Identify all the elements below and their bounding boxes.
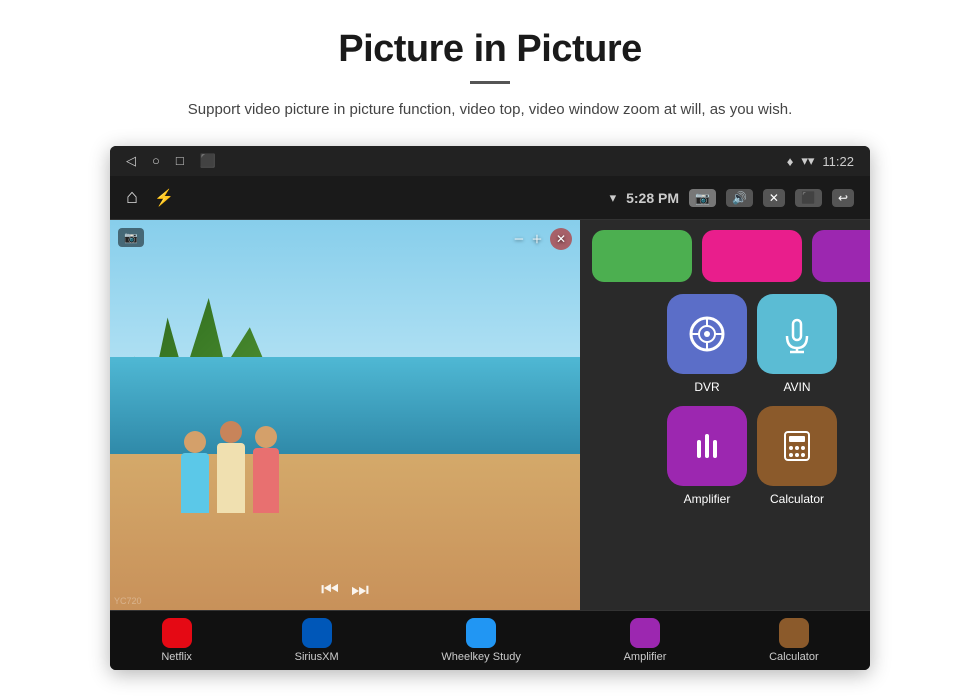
page-subtitle: Support video picture in picture functio… — [60, 98, 920, 122]
pip-top-label: 📷 — [118, 228, 144, 247]
bottom-wheelkey[interactable]: Wheelkey Study — [441, 618, 520, 663]
wheelkey-placeholder — [812, 230, 870, 282]
page-title: Picture in Picture — [60, 28, 920, 71]
people-scene — [181, 421, 279, 513]
avin-icon — [757, 294, 837, 374]
sirius-placeholder — [702, 230, 802, 282]
title-divider — [470, 81, 510, 84]
netflix-bottom-icon — [162, 618, 192, 648]
amplifier-label: Amplifier — [684, 492, 731, 506]
location-icon: ♦ — [787, 154, 794, 169]
bottom-amplifier[interactable]: Amplifier — [624, 618, 667, 663]
bottom-app-bar: Netflix SiriusXM Wheelkey Study Amplifie… — [110, 610, 870, 670]
netflix-bottom-label: Netflix — [161, 651, 192, 663]
page-header: Picture in Picture Support video picture… — [0, 0, 980, 138]
pip-playback-controls[interactable]: ⏮ ⏭ — [321, 579, 369, 602]
bottom-netflix[interactable]: Netflix — [161, 618, 192, 663]
dvr-label: DVR — [694, 380, 719, 394]
watermark: YC720 — [114, 596, 142, 606]
pip-button[interactable]: ⬛ — [795, 189, 822, 207]
pip-close-button[interactable]: ✕ — [550, 228, 572, 250]
video-scene — [110, 220, 580, 610]
dvr-app[interactable]: DVR — [667, 294, 747, 394]
sirius-bottom-icon — [302, 618, 332, 648]
usb-icon: ⚡ — [154, 188, 174, 208]
device-screen: ◁ ○ □ ⬛ ♦ ▾▾ 11:22 ⌂ ⚡ ▾ 5:28 PM 📷 🔊 ✕ ⬛… — [110, 146, 870, 670]
status-time: 11:22 — [822, 154, 854, 169]
home-icon[interactable]: ⌂ — [126, 186, 138, 209]
wifi-signal-icon: ▾ — [610, 190, 617, 206]
back-nav-button[interactable]: ↩ — [832, 189, 854, 207]
pip-video: 📷 − + ✕ ⏮ ⏭ YC720 — [110, 220, 580, 610]
nav-right-area: ▾ 5:28 PM 📷 🔊 ✕ ⬛ ↩ — [610, 189, 854, 207]
app-row-top: DVR AVIN — [592, 294, 870, 394]
wheelkey-bottom-icon — [466, 618, 496, 648]
avin-label: AVIN — [783, 380, 810, 394]
pip-prev-button[interactable]: ⏮ — [321, 579, 339, 602]
main-content: 📷 − + ✕ ⏮ ⏭ YC720 — [110, 220, 870, 610]
pip-video-container[interactable]: 📷 − + ✕ ⏮ ⏭ YC720 — [110, 220, 580, 610]
person-1 — [181, 431, 209, 513]
recents-icon[interactable]: □ — [176, 153, 184, 169]
calculator-icon — [757, 406, 837, 486]
status-right-icons: ♦ ▾▾ 11:22 — [787, 153, 854, 169]
app-row-placeholders — [592, 230, 870, 282]
person-2 — [217, 421, 245, 513]
wheelkey-bottom-label: Wheelkey Study — [441, 651, 520, 663]
bottom-calculator[interactable]: Calculator — [769, 618, 819, 663]
nav-left-icons: ⌂ ⚡ — [126, 186, 174, 209]
amplifier-bottom-icon — [630, 618, 660, 648]
screenshot-icon[interactable]: ⬛ — [200, 153, 216, 169]
calculator-label: Calculator — [770, 492, 824, 506]
back-icon[interactable]: ◁ — [126, 153, 136, 169]
pip-control-bar[interactable]: − + ✕ — [514, 228, 572, 250]
amplifier-icon — [667, 406, 747, 486]
calculator-bottom-label: Calculator — [769, 651, 819, 663]
home-circle-icon[interactable]: ○ — [152, 153, 160, 169]
app-row-bottom: Amplifier — [592, 406, 870, 506]
volume-button[interactable]: 🔊 — [726, 189, 753, 207]
pip-expand-button[interactable]: + — [532, 229, 542, 250]
dvr-icon — [667, 294, 747, 374]
app-grid: DVR AVIN — [580, 220, 870, 610]
sirius-bottom-label: SiriusXM — [295, 651, 339, 663]
wifi-icon: ▾▾ — [801, 153, 814, 169]
avin-app[interactable]: AVIN — [757, 294, 837, 394]
calculator-bottom-icon — [779, 618, 809, 648]
pip-minimize-button[interactable]: − — [514, 229, 524, 250]
netflix-placeholder — [592, 230, 692, 282]
status-bar: ◁ ○ □ ⬛ ♦ ▾▾ 11:22 — [110, 146, 870, 176]
bottom-siriusxm[interactable]: SiriusXM — [295, 618, 339, 663]
status-nav-icons: ◁ ○ □ ⬛ — [126, 153, 216, 169]
close-button[interactable]: ✕ — [763, 189, 785, 207]
camera-button[interactable]: 📷 — [689, 189, 716, 207]
calculator-app[interactable]: Calculator — [757, 406, 837, 506]
person-3 — [253, 426, 279, 513]
nav-bar: ⌂ ⚡ ▾ 5:28 PM 📷 🔊 ✕ ⬛ ↩ — [110, 176, 870, 220]
nav-time: 5:28 PM — [626, 190, 679, 206]
pip-next-button[interactable]: ⏭ — [351, 579, 369, 602]
amplifier-app[interactable]: Amplifier — [667, 406, 747, 506]
amplifier-bottom-label: Amplifier — [624, 651, 667, 663]
